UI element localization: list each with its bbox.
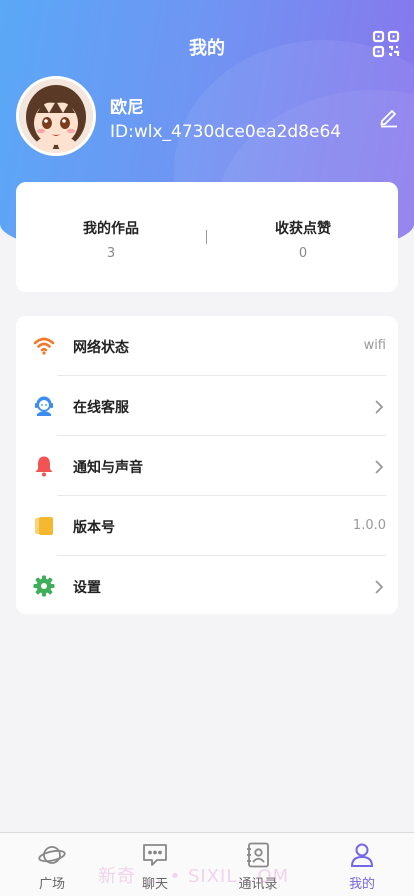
gear-icon — [33, 575, 55, 597]
tab-chat[interactable]: 聊天 — [103, 833, 207, 896]
username: 欧尼 — [110, 98, 144, 118]
wifi-icon — [33, 337, 55, 355]
stats-card: 我的作品 3 收获点赞 0 — [16, 182, 398, 292]
tab-square[interactable]: 广场 — [0, 833, 104, 896]
contacts-icon — [247, 842, 269, 868]
stat-label: 收获点赞 — [275, 221, 331, 237]
menu-item-customer-service[interactable]: 在线客服 — [16, 376, 398, 436]
menu-label: 在线客服 — [73, 400, 129, 416]
qr-code-icon — [372, 30, 400, 58]
avatar-illustration — [19, 79, 93, 153]
stat-value: 0 — [298, 246, 308, 261]
planet-icon — [38, 846, 66, 864]
person-icon — [350, 843, 374, 867]
pencil-icon — [380, 110, 397, 128]
tab-label: 通讯录 — [238, 877, 278, 892]
avatar[interactable] — [16, 76, 96, 156]
menu-label: 设置 — [73, 580, 101, 596]
stat-likes[interactable]: 收获点赞 0 — [208, 218, 398, 261]
version-value: 1.0.0 — [352, 518, 386, 533]
network-status-value: wifi — [363, 338, 386, 353]
chevron-right-icon — [375, 580, 384, 594]
edit-profile-button[interactable] — [378, 106, 400, 128]
menu-item-network-status[interactable]: 网络状态 wifi — [16, 316, 398, 376]
tab-label: 广场 — [38, 877, 65, 892]
chevron-right-icon — [375, 400, 384, 414]
user-id: ID:wlx_4730dce0ea2d8e64 — [110, 122, 342, 142]
qr-code-button[interactable] — [372, 30, 400, 58]
tab-label: 聊天 — [141, 877, 168, 892]
chevron-right-icon — [375, 460, 384, 474]
menu-label: 通知与声音 — [73, 460, 143, 476]
chat-icon — [143, 844, 167, 866]
stat-label: 我的作品 — [83, 221, 139, 237]
tab-contacts[interactable]: 通讯录 — [206, 833, 310, 896]
stat-works[interactable]: 我的作品 3 — [16, 218, 206, 261]
menu-item-version[interactable]: 版本号 1.0.0 — [16, 496, 398, 556]
bottom-tab-bar: 广场 聊天 通讯录 我的 — [0, 832, 414, 896]
menu-item-notifications[interactable]: 通知与声音 — [16, 436, 398, 496]
menu-label: 版本号 — [73, 520, 115, 536]
page-title: 我的 — [189, 38, 225, 59]
version-icon — [35, 517, 53, 535]
tab-label: 我的 — [348, 877, 375, 892]
bell-icon — [35, 456, 53, 477]
menu-label: 网络状态 — [73, 340, 129, 356]
stat-value: 3 — [106, 246, 116, 261]
stat-divider — [206, 230, 207, 244]
customer-service-icon — [35, 396, 53, 416]
settings-menu: 网络状态 wifi 在线客服 通知与声音 版本号 1.0.0 设置 — [16, 316, 398, 614]
tab-mine[interactable]: 我的 — [310, 833, 414, 896]
menu-item-settings[interactable]: 设置 — [16, 556, 398, 616]
